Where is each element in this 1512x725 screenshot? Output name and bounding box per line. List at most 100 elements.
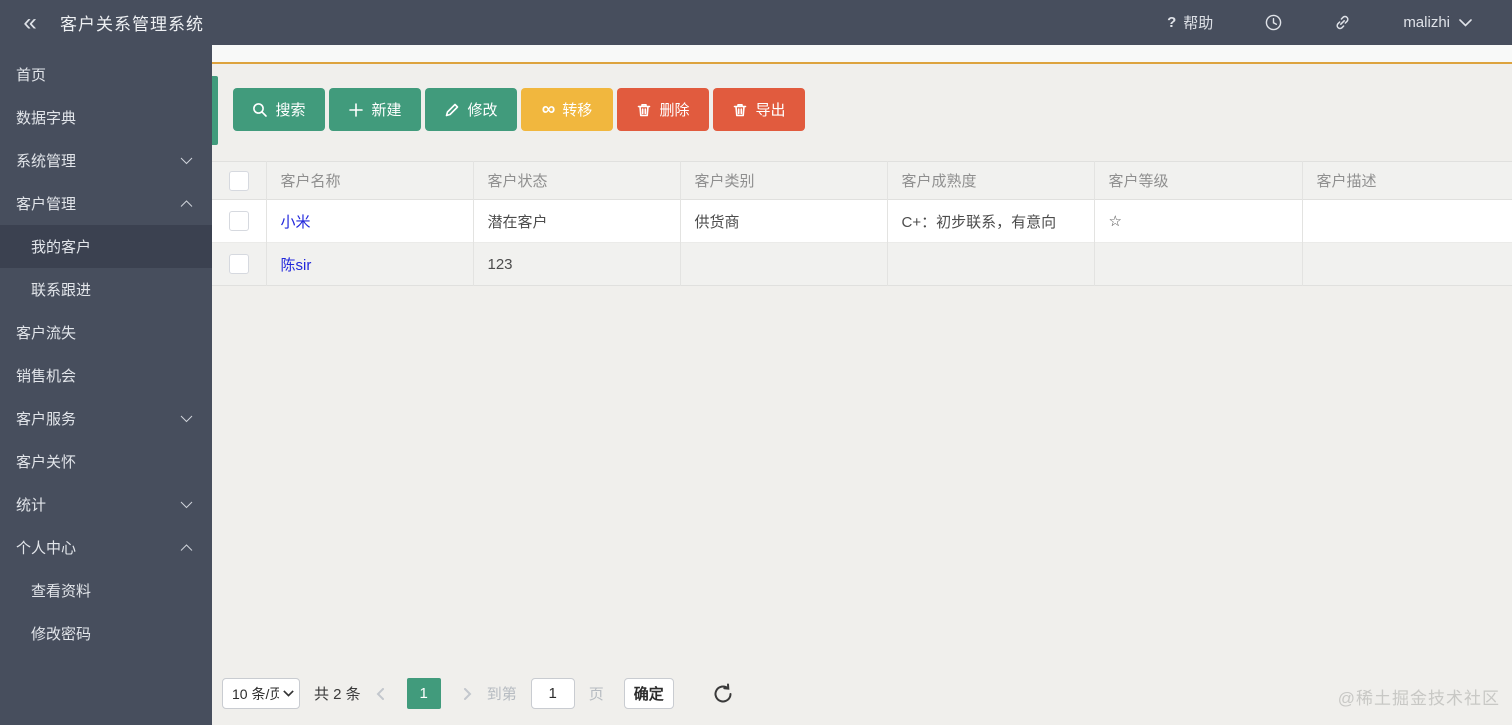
- sidebar-item-contact-followup[interactable]: 联系跟进: [0, 268, 212, 311]
- sidebar-collapse-icon[interactable]: «: [0, 0, 60, 45]
- clock-icon[interactable]: [1265, 14, 1282, 31]
- refresh-icon[interactable]: [712, 683, 734, 705]
- sidebar-item-label: 客户服务: [16, 411, 77, 428]
- column-header-status: 客户状态: [473, 161, 681, 200]
- user-menu[interactable]: malizhi: [1403, 14, 1472, 31]
- chevron-down-icon: [180, 415, 193, 422]
- cell-status: 123: [473, 242, 681, 286]
- new-button[interactable]: 新建: [329, 88, 421, 131]
- search-panel-handle[interactable]: [212, 76, 218, 145]
- sidebar-item-customer-service[interactable]: 客户服务: [0, 397, 212, 440]
- trash-icon: [638, 103, 651, 116]
- sidebar-item-change-password[interactable]: 修改密码: [0, 612, 212, 655]
- pencil-icon: [446, 103, 459, 116]
- content-top-strip: [212, 45, 1512, 64]
- table-header-row: 客户名称 客户状态 客户类别 客户成熟度 客户等级 客户描述: [212, 161, 1512, 200]
- sidebar-item-label: 数据字典: [16, 110, 77, 127]
- goto-page-input[interactable]: [530, 678, 575, 709]
- chevron-down-icon: [180, 501, 193, 508]
- sidebar-item-customer-management[interactable]: 客户管理: [0, 182, 212, 225]
- cell-description: [1302, 200, 1512, 243]
- sidebar-item-label: 我的客户: [31, 239, 92, 256]
- sidebar-item-statistics[interactable]: 统计: [0, 483, 212, 526]
- app-title: 客户关系管理系统: [60, 15, 204, 34]
- chevron-up-icon: [180, 543, 193, 551]
- row-checkbox[interactable]: [228, 254, 249, 274]
- sidebar-item-system-management[interactable]: 系统管理: [0, 139, 212, 182]
- button-label: 删除: [659, 102, 690, 119]
- sidebar-item-label: 联系跟进: [31, 282, 92, 299]
- sidebar-item-view-profile[interactable]: 查看资料: [0, 569, 212, 612]
- content-area: 搜索 新建 修改 ∞ 转移 删除 导出 客户名称 客户状态 客户类别 客户成熟度…: [212, 45, 1512, 725]
- column-header-level: 客户等级: [1094, 161, 1303, 200]
- sidebar-item-customer-loss[interactable]: 客户流失: [0, 311, 212, 354]
- header-actions: ? 帮助 malizhi: [1167, 12, 1512, 33]
- sidebar-item-label: 系统管理: [16, 153, 77, 170]
- page-size-select[interactable]: 10 条/页: [222, 678, 300, 709]
- sidebar-item-data-dictionary[interactable]: 数据字典: [0, 96, 212, 139]
- export-button[interactable]: 导出: [713, 88, 805, 131]
- sidebar-item-sales-opportunities[interactable]: 销售机会: [0, 354, 212, 397]
- sidebar-item-label: 查看资料: [31, 583, 92, 600]
- watermark: @稀土掘金技术社区: [1337, 689, 1500, 708]
- row-checkbox[interactable]: [228, 211, 249, 231]
- main-frame: 首页 数据字典 系统管理 客户管理 我的客户 联系跟进 客户流失 销售机会 客户…: [0, 45, 1512, 725]
- link-icon[interactable]: [1334, 14, 1351, 31]
- customer-name-link[interactable]: 小米: [281, 214, 311, 231]
- button-label: 修改: [467, 102, 498, 119]
- button-label: 搜索: [275, 102, 306, 119]
- cell-maturity: [887, 242, 1095, 286]
- cell-category: 供货商: [680, 199, 888, 243]
- customer-table: 客户名称 客户状态 客户类别 客户成熟度 客户等级 客户描述 小米 潜在客户 供…: [212, 161, 1512, 286]
- transfer-icon: ∞: [541, 99, 556, 120]
- sidebar-item-label: 修改密码: [31, 626, 92, 643]
- cell-level: ☆: [1094, 199, 1303, 243]
- confirm-button[interactable]: 确定: [623, 678, 674, 709]
- search-button[interactable]: 搜索: [233, 88, 325, 131]
- sidebar-item-label: 客户流失: [16, 325, 77, 342]
- next-page-icon[interactable]: [461, 687, 473, 700]
- total-count: 共 2 条: [314, 686, 361, 703]
- sidebar-item-home[interactable]: 首页: [0, 53, 212, 96]
- trash-icon: [734, 103, 747, 116]
- sidebar-item-my-customers[interactable]: 我的客户: [0, 225, 212, 268]
- sidebar-item-label: 客户管理: [16, 196, 77, 213]
- sidebar-item-personal-center[interactable]: 个人中心: [0, 526, 212, 569]
- button-label: 导出: [755, 102, 786, 119]
- question-icon: ?: [1167, 14, 1177, 31]
- button-label: 转移: [562, 102, 593, 119]
- sidebar-item-label: 首页: [16, 67, 47, 84]
- customer-name-link[interactable]: 陈sir: [281, 257, 312, 274]
- help-button[interactable]: ? 帮助: [1167, 12, 1213, 33]
- help-label: 帮助: [1183, 15, 1214, 32]
- delete-button[interactable]: 删除: [617, 88, 709, 131]
- search-icon: [253, 102, 268, 117]
- plus-icon: [349, 102, 364, 117]
- pagination-bar: 10 条/页 共 2 条 1 到第 页 确定: [212, 672, 1512, 725]
- page-number-button[interactable]: 1: [406, 678, 441, 709]
- cell-level: [1094, 242, 1303, 286]
- goto-suffix: 页: [588, 686, 604, 703]
- table-row[interactable]: 陈sir 123: [212, 242, 1512, 286]
- table-row[interactable]: 小米 潜在客户 供货商 C+：初步联系，有意向 ☆: [212, 199, 1512, 243]
- cell-status: 潜在客户: [473, 199, 681, 243]
- column-header-description: 客户描述: [1316, 173, 1377, 190]
- chevron-down-icon: [180, 157, 193, 164]
- sidebar-item-label: 统计: [16, 497, 47, 514]
- cell-description: [1302, 243, 1512, 286]
- modify-button[interactable]: 修改: [425, 88, 517, 131]
- prev-page-icon[interactable]: [375, 687, 387, 700]
- column-header-category: 客户类别: [680, 161, 888, 200]
- sidebar-item-customer-care[interactable]: 客户关怀: [0, 440, 212, 483]
- select-all-checkbox[interactable]: [228, 170, 249, 191]
- sidebar-item-label: 个人中心: [16, 540, 77, 557]
- button-label: 新建: [371, 102, 402, 119]
- page-size-select-wrap: 10 条/页: [222, 678, 300, 709]
- column-header-maturity: 客户成熟度: [887, 161, 1095, 200]
- transfer-button[interactable]: ∞ 转移: [521, 88, 613, 131]
- cell-category: [680, 242, 888, 286]
- crm-app: « 客户关系管理系统 ? 帮助 malizhi 首页 数据字典 系统管理 客户管…: [0, 0, 1512, 725]
- action-toolbar: 搜索 新建 修改 ∞ 转移 删除 导出: [233, 88, 1512, 131]
- goto-prefix: 到第: [486, 686, 517, 703]
